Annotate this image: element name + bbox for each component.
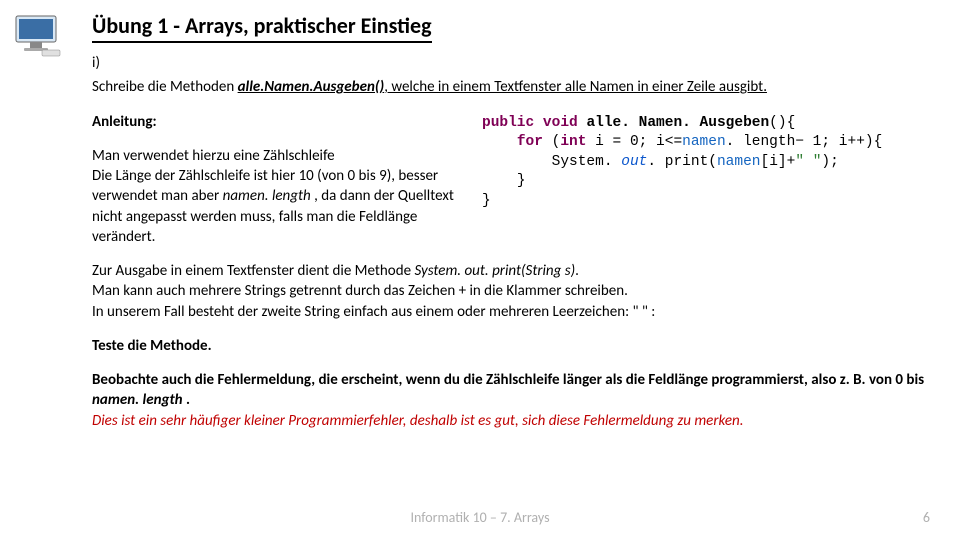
code-l2b: i = 0; i<= <box>586 134 682 150</box>
two-column: Anleitung: Man verwendet hierzu eine Zäh… <box>92 112 930 248</box>
code-l3a: System. <box>552 154 622 170</box>
code-namen2: namen <box>717 154 761 170</box>
output-p1a: Zur Ausgabe in einem Textfenster dient d… <box>92 262 414 280</box>
code-l5: } <box>482 193 491 209</box>
slide: Übung 1 - Arrays, praktischer Einstieg i… <box>0 0 960 540</box>
instr-p2: Die Länge der Zählschleife ist hier 10 (… <box>92 166 472 247</box>
output-p1b: . <box>575 262 579 280</box>
kw-int: int <box>560 134 586 150</box>
instr-p1: Man verwendet hierzu eine Zählschleife <box>92 146 472 166</box>
intro-post: , welche in einem Textfenster alle Namen… <box>384 78 767 96</box>
monitor-icon <box>14 14 62 58</box>
beobachte-a: Beobachte auch die Fehlermeldung, die er… <box>92 371 924 389</box>
page-number: 6 <box>923 509 930 526</box>
output-p2: Man kann auch mehrere Strings getrennt d… <box>92 281 930 301</box>
beobachte-line: Beobachte auch die Fehlermeldung, die er… <box>92 370 930 411</box>
teste-line: Teste die Methode. <box>92 336 930 356</box>
code-namen1: namen <box>682 134 726 150</box>
intro-pre: Schreibe die Methoden <box>92 78 238 96</box>
body-text: i) Schreibe die Methoden alle.Namen.Ausg… <box>92 53 930 431</box>
code-l1-tail: (){ <box>769 115 795 131</box>
code-method: alle. Namen. Ausgeben <box>586 115 769 131</box>
footer: Informatik 10 – 7. Arrays 6 <box>0 509 960 526</box>
footer-text: Informatik 10 – 7. Arrays <box>410 509 549 526</box>
code-l3d: ); <box>821 154 838 170</box>
method-name: alle.Namen.Ausgeben() <box>238 78 385 96</box>
system-out-print: System. out. print(String s) <box>414 262 575 280</box>
instr-namen-length: namen. length <box>223 187 311 205</box>
page-title: Übung 1 - Arrays, praktischer Einstieg <box>92 12 432 43</box>
code-l3c: [i]+ <box>761 154 796 170</box>
section-marker: i) <box>92 53 930 73</box>
intro-line: Schreibe die Methoden alle.Namen.Ausgebe… <box>92 77 930 97</box>
beobachte-b: . <box>183 391 190 409</box>
code-l3b: . print( <box>647 154 717 170</box>
output-p1: Zur Ausgabe in einem Textfenster dient d… <box>92 261 930 281</box>
code-l4: } <box>517 173 526 189</box>
code-l2c: . length− 1; i++){ <box>726 134 883 150</box>
kw-public: public <box>482 115 534 131</box>
kw-for: for <box>517 134 543 150</box>
warning-line: Dies ist ein sehr häufiger kleiner Progr… <box>92 411 930 431</box>
output-p3: In unserem Fall besteht der zweite Strin… <box>92 302 930 322</box>
code-str: " " <box>795 154 821 170</box>
code-out: out <box>621 154 647 170</box>
instructions-col: Anleitung: Man verwendet hierzu eine Zäh… <box>92 112 472 248</box>
code-snippet: public void alle. Namen. Ausgeben(){ for… <box>482 112 930 212</box>
anleitung-label: Anleitung: <box>92 112 472 132</box>
code-l2a: ( <box>543 134 560 150</box>
kw-void: void <box>543 115 578 131</box>
beobachte-namen-length: namen. length <box>92 391 183 409</box>
